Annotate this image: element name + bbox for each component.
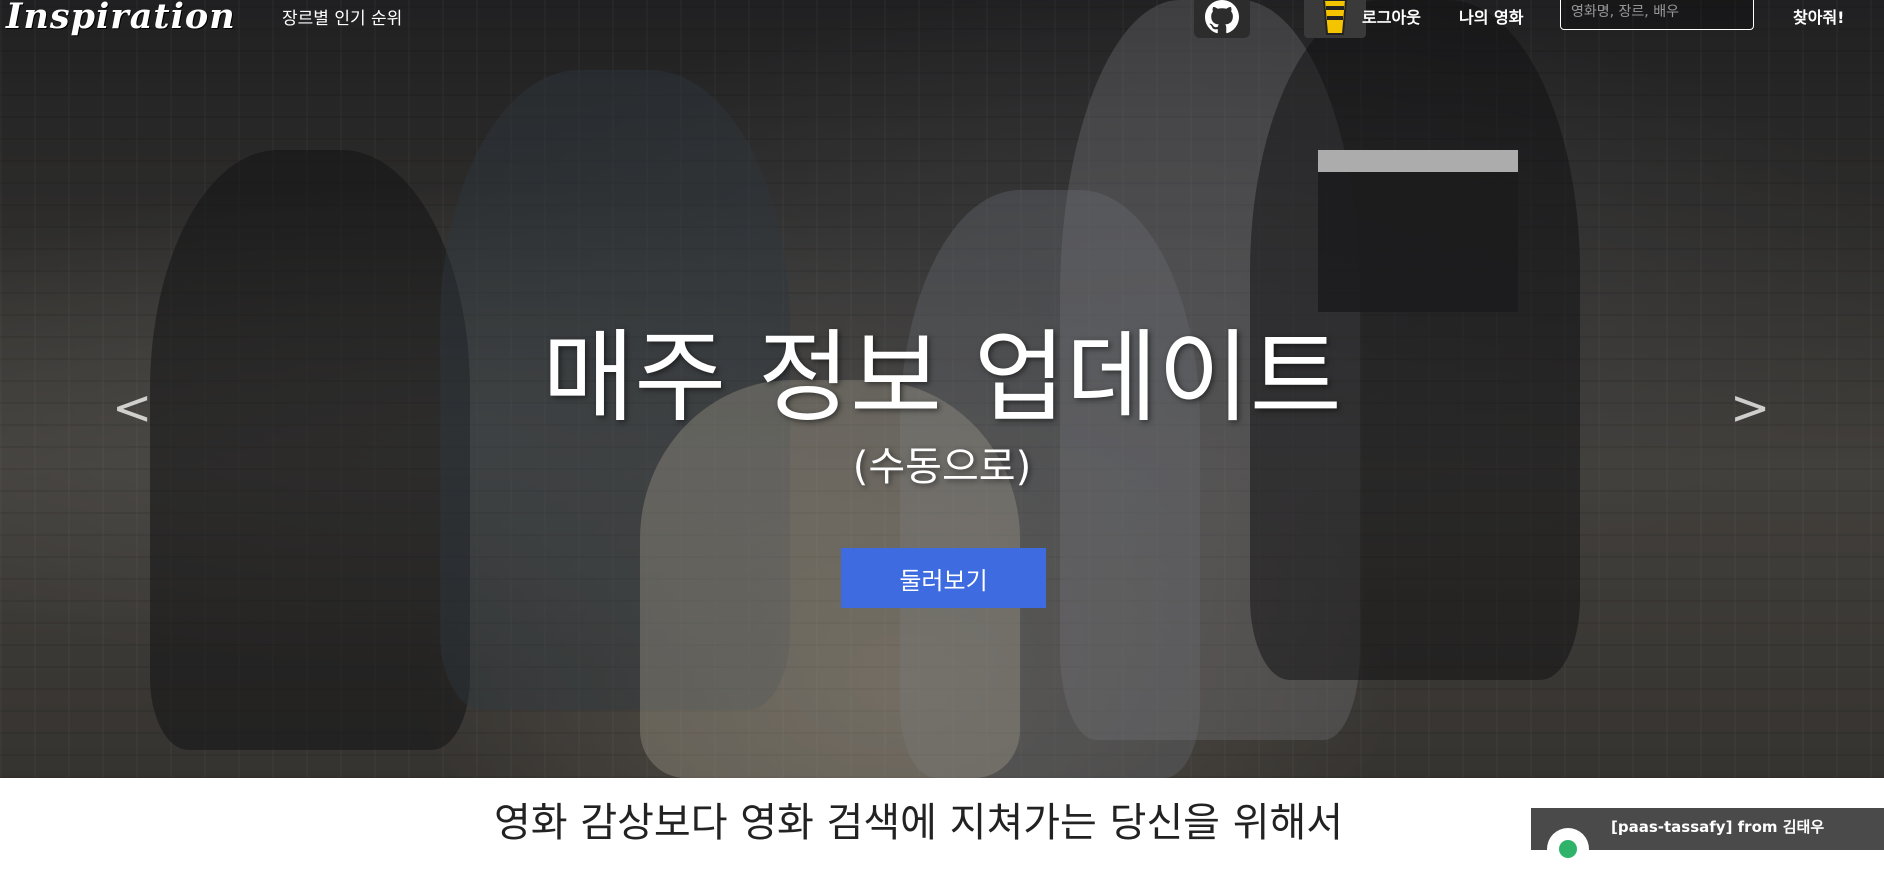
carousel-caption: 매주 정보 업데이트 (수동으로) (0, 320, 1884, 492)
beer-cup-icon[interactable] (1304, 0, 1366, 38)
site-logo[interactable]: Inspiration (6, 0, 236, 37)
carousel-subtitle: (수동으로) (852, 444, 1032, 490)
notification-toast[interactable]: [paas-tassafy] from 김태우 (1531, 808, 1884, 870)
status-dot-icon (1559, 840, 1577, 858)
browse-button[interactable]: 둘러보기 (841, 548, 1046, 608)
nav-genre-ranking[interactable]: 장르별 인기 순위 (282, 4, 402, 29)
beer-cup-icon (1322, 0, 1348, 35)
tagline-heading: 영화 감상보다 영화 검색에 지쳐가는 당신을 위해서 (494, 800, 1344, 846)
search-input[interactable] (1560, 0, 1754, 30)
github-icon[interactable] (1194, 0, 1250, 38)
top-navbar: Inspiration 장르별 인기 순위 로그아웃 나의 영화 찾아줘! (0, 0, 1884, 38)
nav-logout[interactable]: 로그아웃 (1362, 4, 1421, 28)
nav-my-movies[interactable]: 나의 영화 (1459, 4, 1523, 28)
carousel-title: 매주 정보 업데이트 (542, 319, 1342, 436)
github-icon (1205, 0, 1239, 34)
hero-carousel: Inspiration 장르별 인기 순위 로그아웃 나의 영화 찾아줘! < … (0, 0, 1884, 778)
notification-text: [paas-tassafy] from 김태우 (1611, 818, 1825, 836)
search-button[interactable]: 찾아줘! (1793, 4, 1844, 28)
avatar (1547, 828, 1589, 870)
